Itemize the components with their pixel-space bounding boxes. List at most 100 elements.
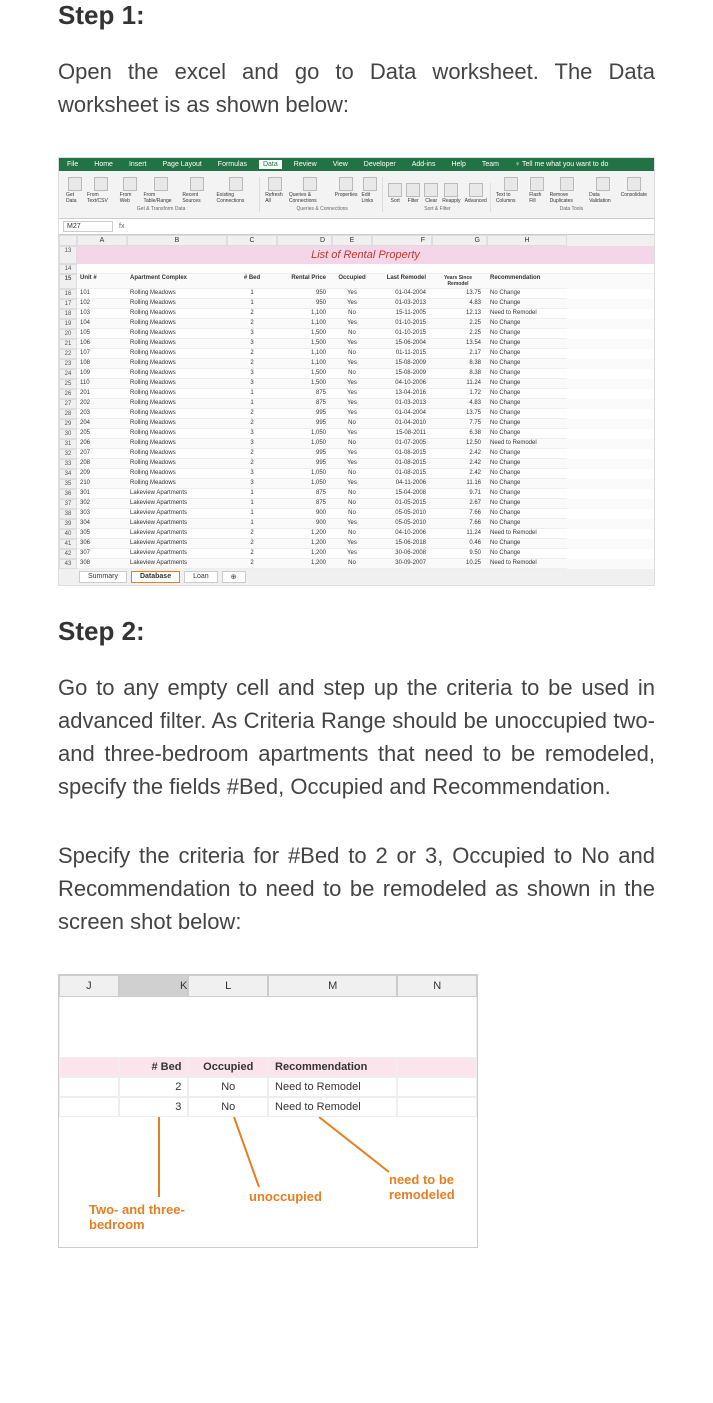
cell[interactable]: Rolling Meadows xyxy=(127,399,227,409)
cell[interactable]: 15-06-2018 xyxy=(372,539,432,549)
cell[interactable]: 15-06-2004 xyxy=(372,339,432,349)
row-number[interactable]: 20 xyxy=(59,329,77,339)
cell[interactable]: 1 xyxy=(227,509,277,519)
cell[interactable]: 15-08-2009 xyxy=(372,369,432,379)
cell[interactable]: Rolling Meadows xyxy=(127,409,227,419)
cell[interactable]: No xyxy=(332,329,372,339)
cell[interactable]: Rolling Meadows xyxy=(127,429,227,439)
row-number[interactable]: 21 xyxy=(59,339,77,349)
cell[interactable]: Lakeview Apartments xyxy=(127,539,227,549)
cell[interactable]: No xyxy=(332,349,372,359)
cell[interactable]: Lakeview Apartments xyxy=(127,499,227,509)
cell[interactable]: 01-08-2015 xyxy=(372,469,432,479)
row-number[interactable]: 24 xyxy=(59,369,77,379)
ribbon-button-get-data[interactable]: Get Data xyxy=(66,177,83,204)
cell[interactable]: 105 xyxy=(77,329,127,339)
ribbon-tab-team[interactable]: Team xyxy=(478,160,503,169)
cell[interactable]: Need to Remodel xyxy=(487,529,567,539)
cell[interactable]: 8.38 xyxy=(432,369,487,379)
cell[interactable]: 1,100 xyxy=(277,319,332,329)
cell[interactable]: 7.66 xyxy=(432,519,487,529)
cell[interactable]: 210 xyxy=(77,479,127,489)
cell[interactable]: 107 xyxy=(77,349,127,359)
cell[interactable]: Yes xyxy=(332,429,372,439)
cell[interactable]: No Change xyxy=(487,479,567,489)
cell[interactable]: 11.24 xyxy=(432,379,487,389)
cell[interactable]: 01-03-2013 xyxy=(372,299,432,309)
row-number[interactable]: 40 xyxy=(59,529,77,539)
ribbon-button-text-to-columns[interactable]: Text to Columns xyxy=(496,177,525,204)
ribbon-tab-insert[interactable]: Insert xyxy=(125,160,151,169)
cell[interactable]: 1,050 xyxy=(277,429,332,439)
cell[interactable]: 01-04-2004 xyxy=(372,289,432,299)
cell[interactable]: 15-04-2008 xyxy=(372,489,432,499)
cell[interactable]: No Change xyxy=(487,519,567,529)
cell[interactable]: 01-04-2010 xyxy=(372,419,432,429)
cell[interactable]: No Change xyxy=(487,349,567,359)
cell[interactable]: 2 xyxy=(227,359,277,369)
cell[interactable]: 30-09-2007 xyxy=(372,559,432,569)
row-number[interactable]: 25 xyxy=(59,379,77,389)
column-header-b[interactable]: B xyxy=(127,235,227,246)
cell[interactable]: 108 xyxy=(77,359,127,369)
cell[interactable]: Yes xyxy=(332,409,372,419)
cell[interactable]: 109 xyxy=(77,369,127,379)
row-number[interactable]: 33 xyxy=(59,459,77,469)
cell[interactable]: 15-08-2011 xyxy=(372,429,432,439)
cell[interactable]: Yes xyxy=(332,459,372,469)
cell[interactable]: 308 xyxy=(77,559,127,569)
cell[interactable]: Lakeview Apartments xyxy=(127,519,227,529)
cell[interactable]: 1,100 xyxy=(277,309,332,319)
row-number[interactable]: 42 xyxy=(59,549,77,559)
cell[interactable]: Need to Remodel xyxy=(487,439,567,449)
cell[interactable]: No Change xyxy=(487,399,567,409)
cell[interactable]: Need to Remodel xyxy=(487,309,567,319)
cell[interactable]: 209 xyxy=(77,469,127,479)
row-number[interactable]: 34 xyxy=(59,469,77,479)
cell[interactable]: 9.50 xyxy=(432,549,487,559)
cell[interactable]: No xyxy=(332,439,372,449)
cell[interactable]: Lakeview Apartments xyxy=(127,549,227,559)
cell[interactable]: Yes xyxy=(332,359,372,369)
ribbon-button-reapply[interactable]: Reapply xyxy=(442,183,460,204)
cell[interactable]: Yes xyxy=(332,549,372,559)
row-number[interactable]: 36 xyxy=(59,489,77,499)
cell[interactable]: 01-08-2015 xyxy=(372,459,432,469)
cell[interactable]: 1,500 xyxy=(277,369,332,379)
column-header-h[interactable]: H xyxy=(487,235,567,246)
cell[interactable]: 101 xyxy=(77,289,127,299)
cell[interactable]: 8.38 xyxy=(432,359,487,369)
sheet-tab-summary[interactable]: Summary xyxy=(79,571,127,583)
row-number[interactable]: 23 xyxy=(59,359,77,369)
ribbon-tab-file[interactable]: File xyxy=(63,160,82,169)
cell[interactable]: 103 xyxy=(77,309,127,319)
cell[interactable]: 104 xyxy=(77,319,127,329)
cell[interactable]: 0.46 xyxy=(432,539,487,549)
cell[interactable]: Rolling Meadows xyxy=(127,299,227,309)
cell[interactable]: No Change xyxy=(487,319,567,329)
column-header-j[interactable]: J xyxy=(59,975,119,997)
cell[interactable]: No Change xyxy=(487,419,567,429)
cell[interactable]: Rolling Meadows xyxy=(127,349,227,359)
ribbon-button-queries-connections[interactable]: Queries & Connections xyxy=(289,177,331,204)
cell[interactable]: 04-10-2006 xyxy=(372,379,432,389)
cell[interactable]: 2 xyxy=(227,419,277,429)
cell[interactable]: 3 xyxy=(227,479,277,489)
cell[interactable]: Lakeview Apartments xyxy=(127,529,227,539)
cell[interactable]: No Change xyxy=(487,549,567,559)
cell[interactable]: 995 xyxy=(277,459,332,469)
column-header-m[interactable]: M xyxy=(268,975,397,997)
cell[interactable]: 950 xyxy=(277,289,332,299)
cell[interactable]: No Change xyxy=(487,369,567,379)
ribbon-button-data-validation[interactable]: Data Validation xyxy=(589,177,616,204)
criteria-cell[interactable]: No xyxy=(188,1077,268,1097)
cell[interactable]: No Change xyxy=(487,299,567,309)
cell[interactable]: Yes xyxy=(332,399,372,409)
ribbon-button-from-table-range[interactable]: From Table/Range xyxy=(143,177,178,204)
cell[interactable]: 1,100 xyxy=(277,359,332,369)
cell[interactable]: 1,200 xyxy=(277,549,332,559)
cell[interactable]: 1 xyxy=(227,389,277,399)
cell[interactable]: 7.66 xyxy=(432,509,487,519)
ribbon-button-sort[interactable]: Sort xyxy=(388,183,402,204)
row-number[interactable]: 37 xyxy=(59,499,77,509)
